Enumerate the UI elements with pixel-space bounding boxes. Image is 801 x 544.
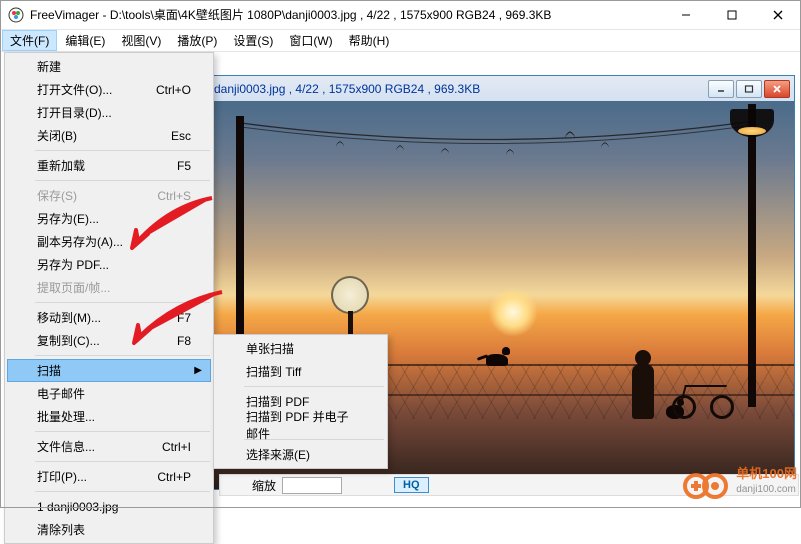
window-titlebar: FreeVimager - D:\tools\桌面\4K壁纸图片 1080P\d… — [0, 0, 801, 30]
minimize-button[interactable] — [663, 0, 709, 30]
menu-view[interactable]: 视图(V) — [113, 30, 169, 51]
menu-item[interactable]: 复制到(C)...F8 — [7, 329, 211, 352]
menu-item[interactable]: 1 danji0003.jpg — [7, 495, 211, 518]
menu-item[interactable]: 另存为(E)... — [7, 207, 211, 230]
menu-item[interactable]: 打印(P)...Ctrl+P — [7, 465, 211, 488]
child-title: danji0003.jpg , 4/22 , 1575x900 RGB24 , … — [210, 82, 708, 96]
menu-item: 保存(S)Ctrl+S — [7, 184, 211, 207]
menu-help[interactable]: 帮助(H) — [341, 30, 398, 51]
menu-item[interactable]: 打开目录(D)... — [7, 101, 211, 124]
menu-item[interactable]: 移动到(M)...F7 — [7, 306, 211, 329]
menu-item[interactable]: 副本另存为(A)... — [7, 230, 211, 253]
menu-item: 提取页面/帧... — [7, 276, 211, 299]
menu-item[interactable]: 清除列表 — [7, 518, 211, 541]
menu-edit[interactable]: 编辑(E) — [57, 30, 113, 51]
menu-play[interactable]: 播放(P) — [169, 30, 225, 51]
child-close-button[interactable] — [764, 80, 790, 98]
zoom-input[interactable] — [282, 477, 342, 494]
child-minimize-button[interactable] — [708, 80, 734, 98]
menu-window[interactable]: 窗口(W) — [281, 30, 340, 51]
menu-settings[interactable]: 设置(S) — [225, 30, 281, 51]
menu-item[interactable]: 另存为 PDF... — [7, 253, 211, 276]
submenu-item[interactable]: 扫描到 Tiff — [216, 360, 385, 383]
menu-item[interactable]: 打开文件(O)...Ctrl+O — [7, 78, 211, 101]
scan-submenu: 单张扫描扫描到 Tiff扫描到 PDF扫描到 PDF 并电子邮件选择来源(E) — [213, 334, 388, 469]
file-menu-dropdown: 新建打开文件(O)...Ctrl+O打开目录(D)...关闭(B)Esc 重新加载… — [4, 52, 214, 544]
submenu-arrow-icon: ▶ — [194, 365, 202, 376]
menu-item[interactable]: 文件信息...Ctrl+I — [7, 435, 211, 458]
menu-file[interactable]: 文件(F) — [2, 30, 57, 51]
child-maximize-button[interactable] — [736, 80, 762, 98]
maximize-button[interactable] — [709, 0, 755, 30]
watermark: 单机100网danji100.com — [682, 462, 797, 500]
menu-item[interactable]: 新建 — [7, 55, 211, 78]
menu-item[interactable]: 电子邮件 — [7, 382, 211, 405]
app-icon — [8, 7, 24, 23]
submenu-item[interactable]: 单张扫描 — [216, 337, 385, 360]
child-titlebar[interactable]: danji0003.jpg , 4/22 , 1575x900 RGB24 , … — [206, 76, 794, 101]
window-title: FreeVimager - D:\tools\桌面\4K壁纸图片 1080P\d… — [30, 6, 663, 23]
menu-item[interactable]: 批量处理... — [7, 405, 211, 428]
window-controls — [663, 0, 801, 29]
close-button[interactable] — [755, 0, 801, 30]
hq-button[interactable]: HQ — [394, 477, 429, 493]
menu-item[interactable]: 扫描▶ — [7, 359, 211, 382]
zoom-label: 缩放 — [252, 477, 276, 494]
menu-item[interactable]: 关闭(B)Esc — [7, 124, 211, 147]
menubar: 文件(F) 编辑(E) 视图(V) 播放(P) 设置(S) 窗口(W) 帮助(H… — [0, 30, 801, 52]
menu-item[interactable]: 重新加载F5 — [7, 154, 211, 177]
submenu-item[interactable]: 选择来源(E) — [216, 443, 385, 466]
submenu-item[interactable]: 扫描到 PDF 并电子邮件 — [216, 413, 385, 436]
